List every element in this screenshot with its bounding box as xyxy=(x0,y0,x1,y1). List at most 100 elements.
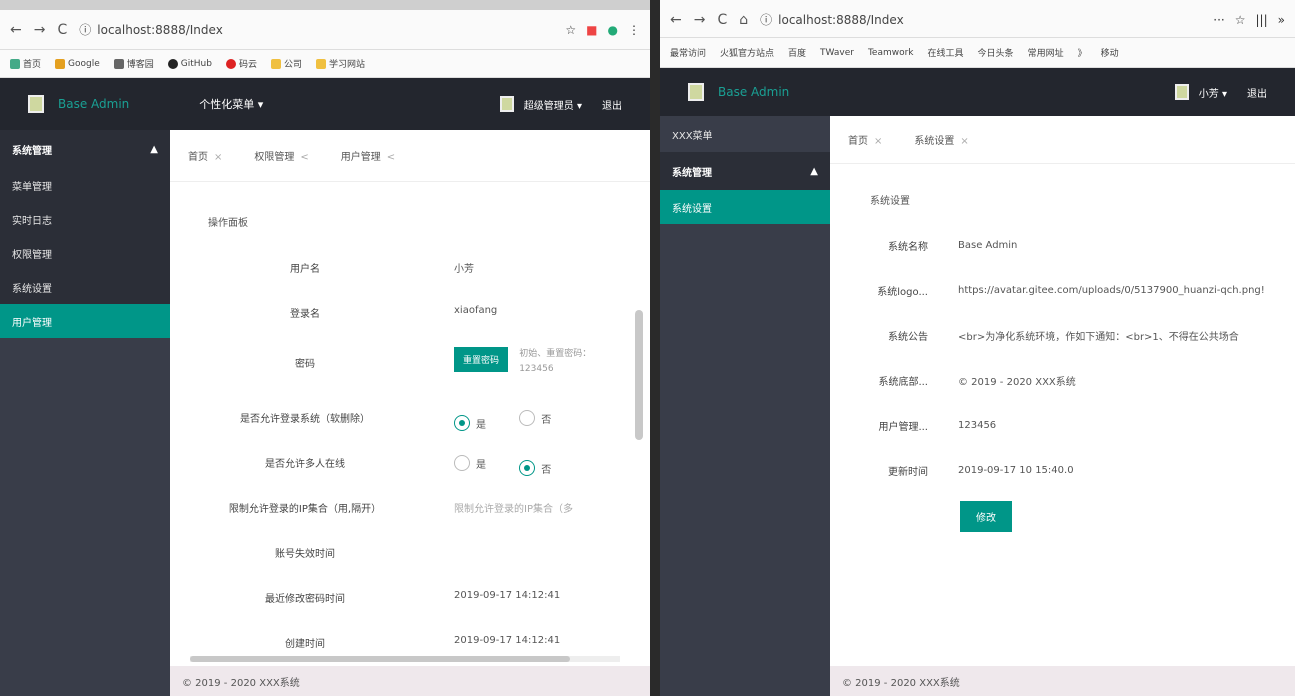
tab-users[interactable]: 用户管理 < xyxy=(341,148,395,163)
sidebar-group-system[interactable]: 系统管理 ▲ xyxy=(660,152,830,190)
setting-value[interactable]: © 2019 - 2020 XXX系统 xyxy=(940,373,1295,388)
username-field[interactable]: 小芳 xyxy=(440,257,650,275)
bookmark[interactable]: 首页 xyxy=(10,57,41,70)
reload-icon[interactable]: C xyxy=(717,12,727,28)
horizontal-scrollbar[interactable] xyxy=(190,656,620,662)
sidebar-item-settings[interactable]: 系统设置 xyxy=(660,190,830,224)
setting-value[interactable]: Base Admin xyxy=(940,240,1295,251)
setting-value[interactable]: https://avatar.gitee.com/uploads/0/51379… xyxy=(940,285,1295,296)
bookmark-folder[interactable]: 公司 xyxy=(271,57,302,70)
caret-up-icon: ▲ xyxy=(810,165,818,177)
user-dropdown[interactable]: 超级管理员 ▾ xyxy=(524,97,582,112)
bookmark[interactable]: Teamwork xyxy=(868,48,914,58)
app-header: Base Admin 小芳 ▾ 退出 xyxy=(660,68,1295,116)
close-icon[interactable]: < xyxy=(300,152,308,163)
forward-icon[interactable]: → xyxy=(694,12,706,28)
sidebar: 系统管理 ▲ 菜单管理 实时日志 权限管理 系统设置 用户管理 xyxy=(0,130,170,696)
radio-unchecked-icon xyxy=(454,455,470,471)
tab-permission[interactable]: 权限管理 < xyxy=(254,148,308,163)
sidebar-item-permission[interactable]: 权限管理 xyxy=(0,236,170,270)
address-bar[interactable]: ⓘ localhost:8888/Index xyxy=(760,11,1201,28)
allow-login-yes-radio[interactable]: 是 xyxy=(454,415,486,431)
vertical-scrollbar[interactable] xyxy=(634,190,644,660)
user-dropdown[interactable]: 小芳 ▾ xyxy=(1199,85,1227,100)
tab-home[interactable]: 首页 × xyxy=(188,148,222,163)
avatar xyxy=(1174,84,1189,100)
logout-link[interactable]: 退出 xyxy=(602,97,622,112)
sidebar-item-settings[interactable]: 系统设置 xyxy=(0,270,170,304)
back-icon[interactable]: ← xyxy=(10,22,22,38)
star-icon[interactable]: ☆ xyxy=(1235,13,1246,27)
sidebar-item-xxx[interactable]: XXX菜单 xyxy=(660,116,830,152)
setting-value[interactable]: <br>为净化系统环境，作如下通知：<br>1、不得在公共场合 xyxy=(940,328,1295,343)
bookmark[interactable]: 博客园 xyxy=(113,57,154,70)
bookmark[interactable]: 移动 xyxy=(1101,46,1119,59)
overflow-icon[interactable]: » xyxy=(1278,13,1285,27)
loginname-field[interactable]: xiaofang xyxy=(440,302,650,316)
allow-login-no-radio[interactable]: 否 xyxy=(519,410,551,426)
tab-settings[interactable]: 系统设置 × xyxy=(914,132,968,147)
close-icon[interactable]: < xyxy=(387,152,395,163)
bookmark[interactable]: Google xyxy=(55,58,100,69)
label-expire: 账号失效时间 xyxy=(275,549,335,560)
custom-menu-dropdown[interactable]: 个性化菜单 ▾ xyxy=(199,96,263,112)
row-allow-multi: 是否允许多人在线 是 否 xyxy=(170,452,650,497)
row-username: 用户名 小芳 xyxy=(170,257,650,302)
bookmark-icon xyxy=(10,58,20,69)
bookmark[interactable]: 在线工具 xyxy=(928,46,964,59)
submit-button[interactable]: 修改 xyxy=(960,501,1012,532)
left-browser-window: ← → C ⓘ localhost:8888/Index ☆ ■ ● ⋮ 首页 … xyxy=(0,0,650,696)
sidebar-item-menu[interactable]: 菜单管理 xyxy=(0,168,170,202)
setting-row: 系统名称 Base Admin xyxy=(830,223,1295,268)
bookmark-folder[interactable]: 学习网站 xyxy=(316,57,365,70)
bookmark[interactable]: 今日头条 xyxy=(978,46,1014,59)
extension-icon[interactable]: ● xyxy=(608,23,618,37)
bookmark[interactable]: 百度 xyxy=(788,46,806,59)
expire-input[interactable] xyxy=(440,542,650,545)
forward-icon[interactable]: → xyxy=(34,22,46,38)
allow-multi-yes-radio[interactable]: 是 xyxy=(454,455,486,471)
window-divider xyxy=(650,0,660,696)
more-icon[interactable]: ··· xyxy=(1213,13,1224,27)
reload-icon[interactable]: C xyxy=(57,22,67,38)
github-icon xyxy=(167,58,178,69)
bookmark[interactable]: 火狐官方站点 xyxy=(720,46,774,59)
url-text: localhost:8888/Index xyxy=(778,12,904,27)
address-bar[interactable]: ⓘ localhost:8888/Index xyxy=(79,21,553,38)
bookmark[interactable]: TWaver xyxy=(820,48,854,58)
close-icon[interactable]: × xyxy=(960,136,968,147)
ip-limit-input[interactable]: 限制允许登录的IP集合（多 xyxy=(440,497,650,515)
back-icon[interactable]: ← xyxy=(670,12,682,28)
sidebar-item-log[interactable]: 实时日志 xyxy=(0,202,170,236)
allow-multi-no-radio[interactable]: 否 xyxy=(519,460,551,476)
sidebar-item-users[interactable]: 用户管理 xyxy=(0,304,170,338)
bookmark[interactable]: 常用网址 xyxy=(1028,46,1064,59)
radio-checked-icon xyxy=(454,415,470,431)
tab-home[interactable]: 首页 × xyxy=(848,132,882,147)
sidebar-group-system[interactable]: 系统管理 ▲ xyxy=(0,130,170,168)
star-icon[interactable]: ☆ xyxy=(565,23,576,37)
bookmark-overflow[interactable]: 》 xyxy=(1078,46,1087,59)
home-icon[interactable]: ⌂ xyxy=(739,12,748,28)
brand-title[interactable]: Base Admin xyxy=(718,85,789,99)
sidebar: XXX菜单 系统管理 ▲ 系统设置 xyxy=(660,116,830,696)
bookmark[interactable]: GitHub xyxy=(167,58,212,69)
close-icon[interactable]: × xyxy=(874,136,882,147)
right-browser-window: ← → C ⌂ ⓘ localhost:8888/Index ··· ☆ |||… xyxy=(660,0,1295,696)
logo xyxy=(28,95,44,113)
folder-icon xyxy=(271,58,281,69)
bookmark[interactable]: 码云 xyxy=(225,57,257,70)
logout-link[interactable]: 退出 xyxy=(1247,85,1267,100)
library-icon[interactable]: ||| xyxy=(1256,13,1268,27)
scroll-thumb[interactable] xyxy=(190,656,570,662)
row-allow-login: 是否允许登录系统（软删除） 是 否 xyxy=(170,407,650,452)
menu-icon[interactable]: ⋮ xyxy=(628,23,640,37)
brand-title[interactable]: Base Admin xyxy=(58,97,129,111)
close-icon[interactable]: × xyxy=(214,152,222,163)
scroll-thumb[interactable] xyxy=(635,310,643,440)
bookmark[interactable]: 最常访问 xyxy=(670,46,706,59)
extension-icon[interactable]: ■ xyxy=(586,23,597,37)
setting-value[interactable]: 123456 xyxy=(940,420,1295,431)
reset-password-button[interactable]: 重置密码 xyxy=(454,347,509,372)
label-ip-limit: 限制允许登录的IP集合（用,隔开） xyxy=(228,504,382,515)
